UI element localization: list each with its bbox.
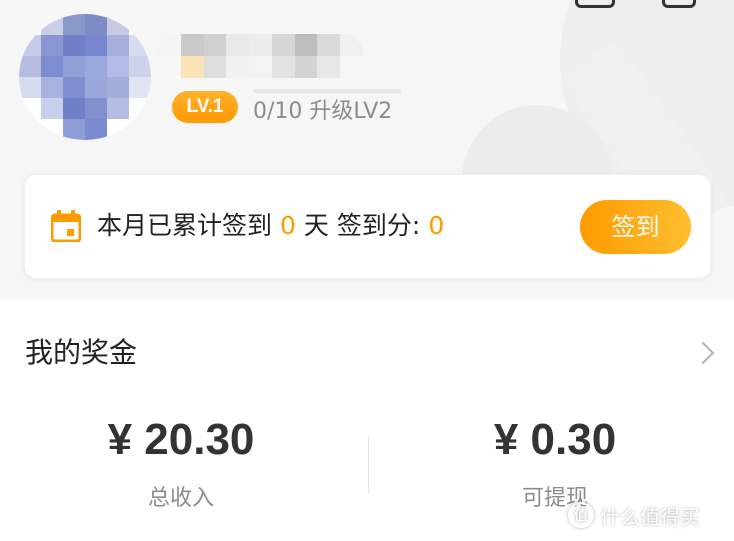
watermark-text: 什么值得买 <box>600 504 700 529</box>
total-income-label: 总收入 <box>147 486 214 511</box>
watermark-logo-icon: 值 <box>568 502 594 528</box>
nickname-redacted <box>158 34 363 78</box>
level-progress-text: 0/10 升级LV2 <box>253 99 393 124</box>
signin-days-unit: 天 <box>303 211 329 240</box>
withdrawable-amount[interactable]: ¥ 0.30 <box>425 410 685 470</box>
signin-prefix: 本月已累计签到 <box>97 211 273 240</box>
calendar-icon <box>51 210 81 242</box>
chevron-right-icon[interactable] <box>691 341 715 365</box>
signin-days-count: 0 <box>280 211 296 240</box>
divider <box>368 436 369 494</box>
signin-score-value: 0 <box>428 211 445 240</box>
total-income-amount: ¥ 20.30 <box>107 415 255 464</box>
signin-card: 本月已累计签到 0 天 签到分: 0 签到 <box>24 174 711 279</box>
message-icon[interactable] <box>575 0 615 8</box>
level-progress-bar <box>253 89 401 93</box>
bonus-section-title[interactable]: 我的奖金 <box>25 333 137 373</box>
level-badge: LV.1 <box>172 91 238 123</box>
avatar[interactable] <box>19 14 151 140</box>
signin-score-label: 签到分: <box>336 211 421 240</box>
watermark: 值 什么值得买 <box>568 500 700 530</box>
signin-button[interactable]: 签到 <box>580 200 691 254</box>
signin-summary: 本月已累计签到 0 天 签到分: 0 <box>97 208 452 244</box>
settings-icon[interactable] <box>662 0 696 8</box>
